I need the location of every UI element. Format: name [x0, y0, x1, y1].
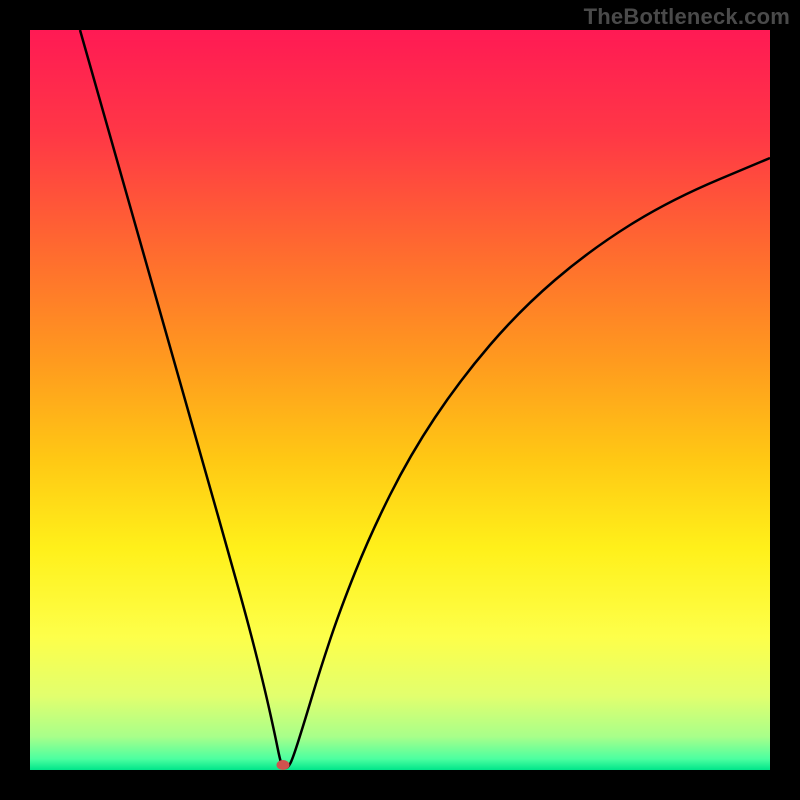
minimum-marker-dot	[277, 760, 290, 770]
bottleneck-curve	[30, 30, 770, 770]
watermark-text: TheBottleneck.com	[584, 4, 790, 30]
chart-frame: TheBottleneck.com	[0, 0, 800, 800]
plot-area	[30, 30, 770, 770]
